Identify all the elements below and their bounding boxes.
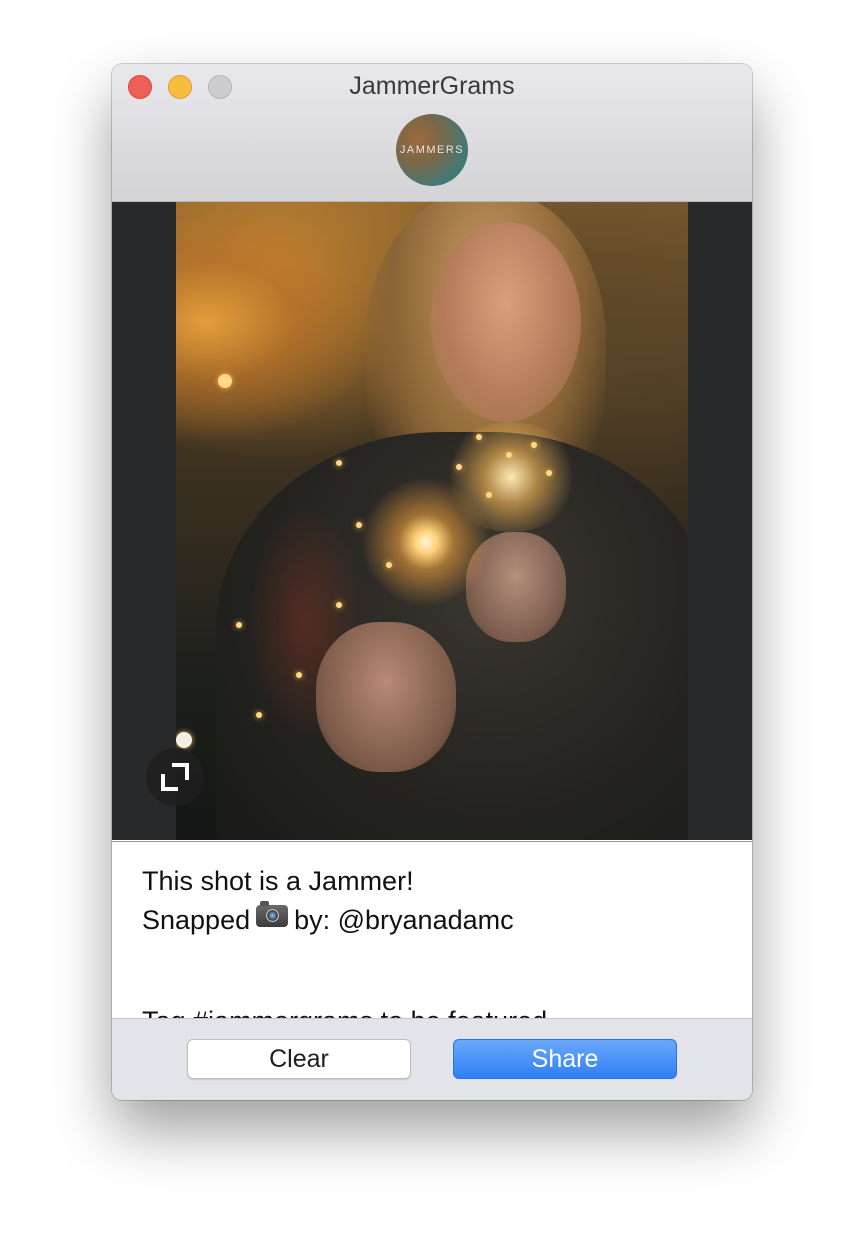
- photo-spark: [176, 732, 192, 748]
- caption-credit-text: by: @bryanadamc: [294, 905, 514, 935]
- photo-spark: [336, 460, 342, 466]
- photo-spark: [506, 452, 512, 458]
- caption-line-1: This shot is a Jammer!: [142, 866, 414, 896]
- photo: [176, 202, 688, 840]
- caption-line-3: Tag #jammergrams to be featured: [142, 1006, 547, 1018]
- app-window: JammerGrams JAMMERS This shot is a Jamme…: [112, 64, 752, 1100]
- title-bar[interactable]: JammerGrams JAMMERS: [112, 64, 752, 202]
- photo-face: [431, 222, 581, 422]
- jammers-logo: JAMMERS: [396, 114, 468, 186]
- clear-button[interactable]: Clear: [187, 1039, 411, 1079]
- photo-spark: [236, 622, 242, 628]
- caption-line-2: Snapped by: @bryanadamc: [142, 901, 514, 936]
- photo-spark: [218, 374, 232, 388]
- image-well[interactable]: [112, 202, 752, 840]
- photo-spark: [336, 602, 342, 608]
- expand-icon: [161, 763, 189, 791]
- photo-sparkler-glow-front: [361, 477, 491, 607]
- logo-text: JAMMERS: [399, 144, 465, 156]
- photo-spark: [386, 562, 392, 568]
- photo-spark: [256, 712, 262, 718]
- photo-spark: [456, 464, 462, 470]
- photo-spark: [356, 522, 362, 528]
- caption-text-view[interactable]: This shot is a Jammer! Snapped by: @bryan…: [112, 841, 752, 1018]
- expand-button[interactable]: [146, 748, 204, 806]
- camera-icon: [256, 901, 289, 927]
- photo-hand-left: [316, 622, 456, 772]
- photo-spark: [296, 672, 302, 678]
- window-title: JammerGrams: [349, 72, 515, 100]
- photo-spark: [546, 470, 552, 476]
- photo-spark: [476, 434, 482, 440]
- caption-snapped-text: Snapped: [142, 905, 251, 935]
- photo-spark: [531, 442, 537, 448]
- share-button[interactable]: Share: [453, 1039, 677, 1079]
- photo-spark: [486, 492, 492, 498]
- button-bar: Clear Share: [112, 1018, 752, 1100]
